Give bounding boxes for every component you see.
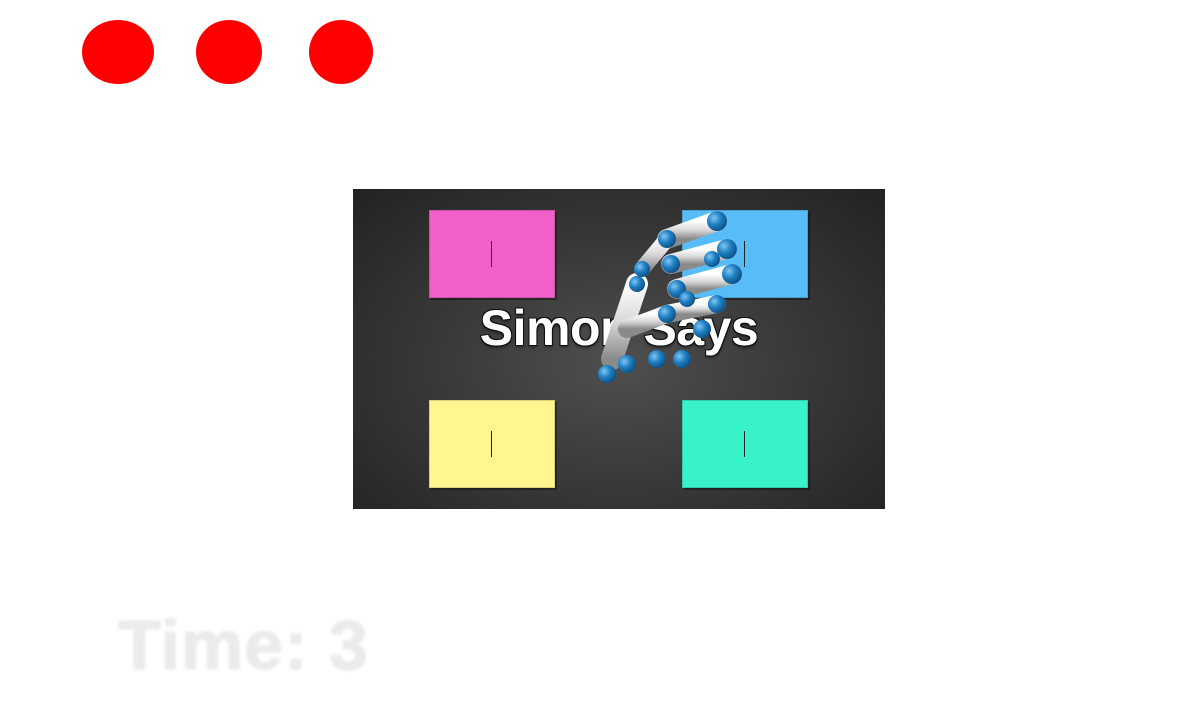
- pad-teal[interactable]: [682, 400, 808, 488]
- game-board: Simon Says: [353, 189, 885, 509]
- life-icon: [309, 20, 373, 84]
- lives-indicator: [82, 20, 382, 86]
- pad-marker-icon: [491, 241, 492, 267]
- pad-marker-icon: [491, 431, 492, 457]
- timer-text: Time: 3: [118, 606, 369, 684]
- life-icon: [82, 20, 154, 84]
- life-icon: [196, 20, 262, 84]
- tracked-hand-icon: [598, 211, 742, 383]
- pad-marker-icon: [744, 431, 745, 457]
- pad-yellow[interactable]: [429, 400, 555, 488]
- pad-pink[interactable]: [429, 210, 555, 298]
